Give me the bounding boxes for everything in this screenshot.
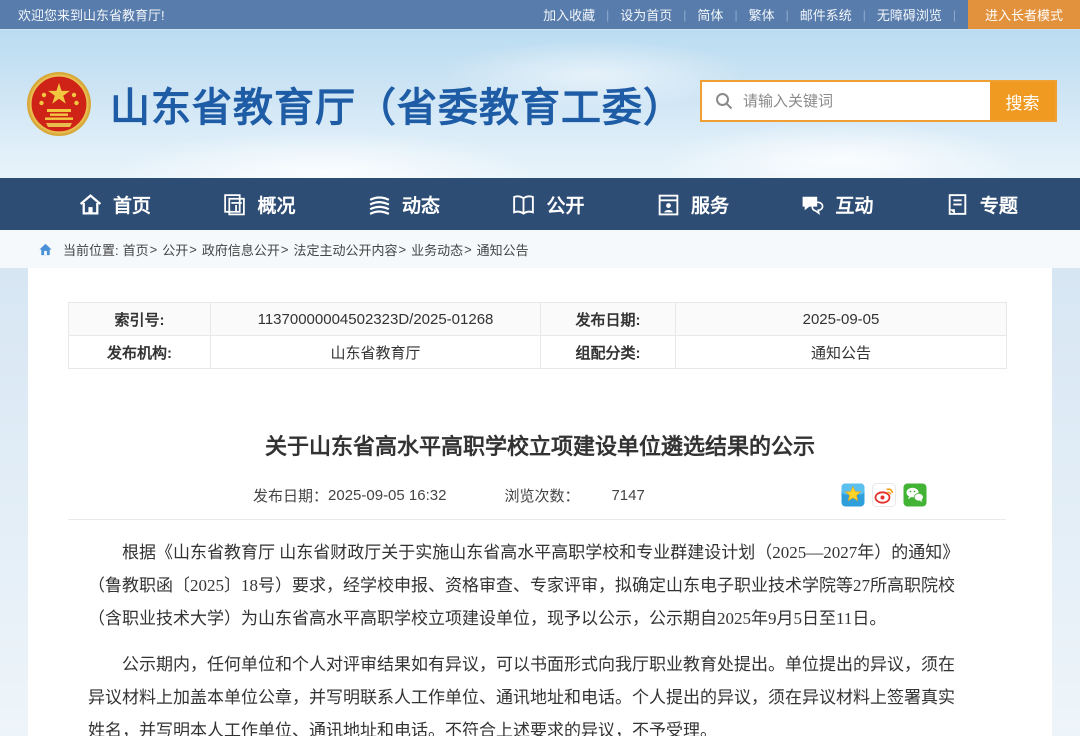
qzone-share-icon[interactable]	[841, 483, 865, 507]
search-button[interactable]: 搜索	[990, 82, 1055, 120]
breadcrumb-item-statutory[interactable]: 法定主动公开内容	[293, 240, 397, 259]
open-book-icon	[511, 192, 536, 217]
simplified-chinese-link[interactable]: 简体	[697, 5, 723, 24]
breadcrumb-home-icon	[38, 242, 53, 257]
share-buttons	[841, 483, 927, 507]
accessibility-link[interactable]: 无障碍浏览	[877, 5, 942, 24]
category-value: 通知公告	[676, 336, 1007, 369]
traditional-chinese-link[interactable]: 繁体	[749, 5, 775, 24]
index-number-value: 11370000004502323D/2025-01268	[211, 303, 541, 336]
nav-label: 首页	[113, 191, 151, 218]
nav-label: 概况	[257, 191, 295, 218]
article-meta-row: 发布日期： 2025-09-05 16:32 浏览次数： 7147	[253, 483, 927, 507]
meta-divider	[68, 519, 1006, 520]
content-card: 索引号: 11370000004502323D/2025-01268 发布日期:…	[28, 268, 1052, 736]
welcome-text: 欢迎您来到山东省教育厅!	[18, 5, 165, 24]
search-input-wrap	[702, 82, 990, 120]
separator: |	[734, 8, 737, 22]
separator: |	[953, 8, 956, 22]
breadcrumb-label: 当前位置:	[63, 240, 119, 259]
home-icon	[78, 192, 103, 217]
separator: |	[863, 8, 866, 22]
site-title: 山东省教育厅（省委教育工委）	[110, 75, 684, 133]
page-background: 索引号: 11370000004502323D/2025-01268 发布日期:…	[0, 268, 1080, 736]
article-paragraph: 根据《山东省教育厅 山东省财政厅关于实施山东省高水平高职学校和专业群建设计划（2…	[88, 536, 970, 635]
breadcrumb-separator: >	[189, 242, 197, 257]
views-label: 浏览次数：	[504, 485, 579, 506]
nav-item-services[interactable]: 服务	[656, 191, 729, 218]
chat-bubbles-icon	[800, 192, 825, 217]
top-utility-bar: 欢迎您来到山东省教育厅! 加入收藏 | 设为首页 | 简体 | 繁体 | 邮件系…	[0, 0, 1080, 30]
breadcrumb-separator: >	[150, 242, 158, 257]
separator: |	[606, 8, 609, 22]
weibo-share-icon[interactable]	[872, 483, 896, 507]
article-body: 根据《山东省教育厅 山东省财政厅关于实施山东省高水平高职学校和专业群建设计划（2…	[88, 536, 970, 736]
breadcrumb-separator: >	[281, 242, 289, 257]
service-board-icon	[656, 192, 681, 217]
views-value: 7147	[611, 487, 644, 504]
publish-date-label: 发布日期:	[541, 303, 676, 336]
nav-item-topics[interactable]: 专题	[945, 191, 1018, 218]
search-input[interactable]	[702, 82, 990, 120]
topics-doc-icon	[945, 192, 970, 217]
publisher-value: 山东省教育厅	[211, 336, 541, 369]
separator: |	[786, 8, 789, 22]
nav-item-home[interactable]: 首页	[78, 191, 151, 218]
wechat-share-icon[interactable]	[903, 483, 927, 507]
nav-item-disclosure[interactable]: 公开	[511, 191, 584, 218]
separator: |	[683, 8, 686, 22]
table-row: 索引号: 11370000004502323D/2025-01268 发布日期:…	[69, 303, 1007, 336]
nav-label: 互动	[835, 191, 873, 218]
search-box: 搜索	[700, 80, 1057, 122]
publish-date-value: 2025-09-05	[676, 303, 1007, 336]
site-header: 山东省教育厅（省委教育工委） 搜索	[0, 30, 1080, 178]
publisher-label: 发布机构:	[69, 336, 211, 369]
nav-label: 公开	[546, 191, 584, 218]
set-homepage-link[interactable]: 设为首页	[620, 5, 672, 24]
article-publish-label: 发布日期：	[253, 485, 328, 506]
document-meta-table: 索引号: 11370000004502323D/2025-01268 发布日期:…	[68, 302, 1007, 369]
index-number-label: 索引号:	[69, 303, 211, 336]
add-favorite-link[interactable]: 加入收藏	[543, 5, 595, 24]
breadcrumb-item-disclosure[interactable]: 公开	[162, 240, 188, 259]
breadcrumb: 当前位置: 首页 > 公开 > 政府信息公开 > 法定主动公开内容 > 业务动态…	[0, 230, 1080, 268]
article-publish-value: 2025-09-05 16:32	[328, 487, 446, 504]
nav-item-interaction[interactable]: 互动	[800, 191, 873, 218]
main-nav: 首页 概况 动态 公开 服务	[0, 178, 1080, 230]
nav-label: 服务	[691, 191, 729, 218]
topbar-links: 加入收藏 | 设为首页 | 简体 | 繁体 | 邮件系统 | 无障碍浏览 | 进…	[532, 0, 1080, 29]
article-title: 关于山东省高水平高职学校立项建设单位遴选结果的公示	[28, 429, 1052, 461]
article-paragraph: 公示期内，任何单位和个人对评审结果如有异议，可以书面形式向我厅职业教育处提出。单…	[88, 648, 970, 736]
breadcrumb-item-notices[interactable]: 通知公告	[477, 240, 529, 259]
elder-mode-button[interactable]: 进入长者模式	[968, 0, 1080, 29]
nav-label: 专题	[980, 191, 1018, 218]
national-emblem-logo	[26, 71, 92, 137]
news-stack-icon	[367, 192, 392, 217]
article-meta-left: 发布日期： 2025-09-05 16:32 浏览次数： 7147	[253, 485, 645, 506]
mail-system-link[interactable]: 邮件系统	[800, 5, 852, 24]
nav-item-news[interactable]: 动态	[367, 191, 440, 218]
category-label: 组配分类:	[541, 336, 676, 369]
nav-label: 动态	[402, 191, 440, 218]
overview-icon	[222, 192, 247, 217]
breadcrumb-separator: >	[464, 242, 472, 257]
breadcrumb-item-business[interactable]: 业务动态	[411, 240, 463, 259]
breadcrumb-item-home[interactable]: 首页	[123, 240, 149, 259]
breadcrumb-item-gov-info[interactable]: 政府信息公开	[202, 240, 280, 259]
nav-item-overview[interactable]: 概况	[222, 191, 295, 218]
search-icon	[715, 92, 733, 110]
table-row: 发布机构: 山东省教育厅 组配分类: 通知公告	[69, 336, 1007, 369]
breadcrumb-separator: >	[398, 242, 406, 257]
